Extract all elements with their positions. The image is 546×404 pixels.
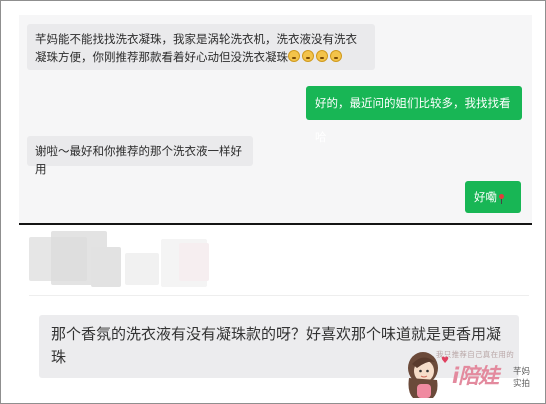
watermark-side-line: 实拍 xyxy=(513,379,531,389)
blurred-block xyxy=(91,247,121,287)
outgoing-message: 好嘞 xyxy=(465,181,521,213)
chat-panel: 芊妈能不能找找洗衣凝珠，我家是涡轮洗衣机，洗衣液没有洗衣凝珠方便，你刚推荐那款看… xyxy=(19,15,532,223)
grimace-emoji-icon xyxy=(302,50,314,62)
watermark-side-line: 芊妈 xyxy=(513,367,531,377)
pin-emoji-icon xyxy=(499,194,504,204)
separator xyxy=(29,295,529,296)
blurred-block xyxy=(125,253,159,285)
outgoing-message: 好的，最近问的姐们比较多，我找找看哈 xyxy=(306,86,522,144)
message-text: 好的，最近问的姐们比较多，我找找看哈 xyxy=(315,96,511,144)
incoming-message: 芊妈能不能找找洗衣凝珠，我家是涡轮洗衣机，洗衣液没有洗衣凝珠方便，你刚推荐那款看… xyxy=(27,24,375,70)
grimace-emoji-icon xyxy=(288,50,300,62)
watermark-side-text: 芊妈 实拍 xyxy=(513,366,530,390)
grimace-emoji-icon xyxy=(316,50,328,62)
grimace-emoji-icon xyxy=(330,50,342,62)
message-text: 好嘞 xyxy=(474,190,497,204)
blurred-region xyxy=(29,229,529,291)
heart-icon: ♥ xyxy=(441,356,450,366)
blurred-block xyxy=(179,243,209,281)
emoji-group xyxy=(288,50,344,64)
watermark-brand: i陪娃 xyxy=(452,364,499,388)
watermark: 我只推荐自己真在用的 ♥ i陪娃 芊妈 实拍 xyxy=(403,344,543,402)
incoming-message: 谢啦～最好和你推荐的那个洗衣液一样好用 xyxy=(27,136,253,176)
screenshot-frame: 芊妈能不能找找洗衣凝珠，我家是涡轮洗衣机，洗衣液没有洗衣凝珠方便，你刚推荐那款看… xyxy=(0,0,546,404)
message-text: 谢啦～最好和你推荐的那个洗衣液一样好用 xyxy=(35,144,242,176)
